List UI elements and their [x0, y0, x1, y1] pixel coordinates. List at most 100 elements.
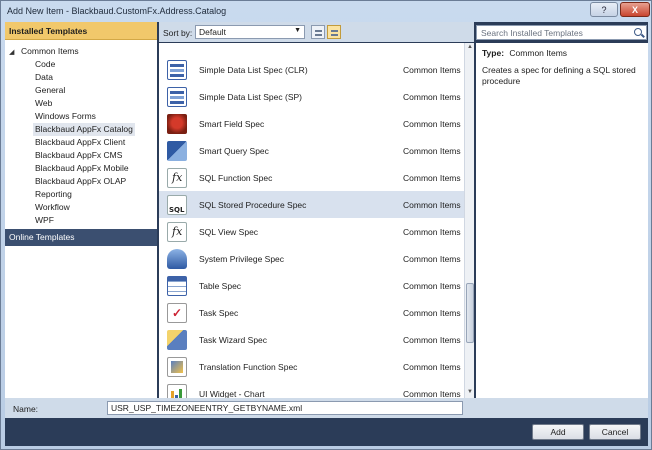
template-category: Common Items	[403, 227, 461, 237]
sort-by-label: Sort by:	[163, 28, 193, 38]
data-list-icon	[167, 60, 187, 80]
template-category: Common Items	[403, 308, 461, 318]
tree-item-general[interactable]: General	[35, 84, 65, 97]
sort-by-value: Default	[199, 27, 226, 37]
template-category: Common Items	[403, 389, 461, 398]
list-view-button[interactable]	[327, 25, 341, 39]
template-details-panel: Type: Common Items Creates a spec for de…	[476, 43, 648, 398]
close-button[interactable]: X	[620, 2, 650, 17]
tree-item-windows-forms[interactable]: Windows Forms	[35, 110, 96, 123]
dialog-footer: Add Cancel	[5, 418, 648, 446]
template-category: Common Items	[403, 281, 461, 291]
scroll-thumb[interactable]	[466, 283, 474, 343]
template-category: Common Items	[403, 254, 461, 264]
search-placeholder: Search Installed Templates	[481, 28, 583, 38]
template-name: Table Spec	[199, 281, 242, 291]
function-icon: fx	[167, 168, 187, 188]
template-row[interactable]: fx SQL View Spec Common Items	[159, 218, 464, 245]
template-row[interactable]: Table Spec Common Items	[159, 272, 464, 299]
data-list-icon	[167, 87, 187, 107]
installed-templates-header[interactable]: Installed Templates	[5, 22, 157, 40]
template-row[interactable]: Task Wizard Spec Common Items	[159, 326, 464, 353]
template-category: Common Items	[403, 65, 461, 75]
dialog-client: Installed Templates ◢ Common Items Code …	[5, 22, 648, 446]
template-name: SQL Stored Procedure Spec	[199, 200, 307, 210]
template-category: Common Items	[403, 92, 461, 102]
task-icon	[167, 303, 187, 323]
template-category: Common Items	[403, 362, 461, 372]
chart-icon	[167, 384, 187, 398]
template-row[interactable]: System Privilege Spec Common Items	[159, 245, 464, 272]
tree-item-code[interactable]: Code	[35, 58, 55, 71]
name-label: Name:	[13, 404, 39, 414]
template-name: SQL View Spec	[199, 227, 259, 237]
scroll-up-arrow-icon[interactable]: ▲	[466, 44, 474, 52]
type-label: Type:	[482, 48, 505, 58]
smart-field-icon	[167, 114, 187, 134]
tree-item-web[interactable]: Web	[35, 97, 52, 110]
template-description: Creates a spec for defining a SQL stored…	[482, 65, 636, 86]
tree-item-blackbaud-appfx-client[interactable]: Blackbaud AppFx Client	[35, 136, 125, 149]
add-button[interactable]: Add	[532, 424, 584, 440]
template-row-selected[interactable]: SQL SQL Stored Procedure Spec Common Ite…	[159, 191, 464, 218]
template-name: System Privilege Spec	[199, 254, 285, 264]
template-list: Simple Data List Spec (CLR) Common Items…	[159, 43, 464, 398]
help-button[interactable]: ?	[590, 2, 618, 17]
function-icon: fx	[167, 222, 187, 242]
cancel-button[interactable]: Cancel	[589, 424, 641, 440]
tree-item-blackbaud-appfx-olap[interactable]: Blackbaud AppFx OLAP	[35, 175, 126, 188]
template-row[interactable]: Translation Function Spec Common Items	[159, 353, 464, 380]
wizard-icon	[167, 330, 187, 350]
template-name: Task Wizard Spec	[199, 335, 268, 345]
template-row[interactable]: Simple Data List Spec (SP) Common Items	[159, 83, 464, 110]
tree-item-wpf[interactable]: WPF	[35, 214, 54, 227]
template-name: Task Spec	[199, 308, 239, 318]
template-name: Simple Data List Spec (SP)	[199, 92, 302, 102]
template-list-scrollbar[interactable]: ▲ ▼	[464, 43, 474, 398]
template-type-line: Type: Common Items	[482, 48, 642, 58]
name-bar: Name:	[5, 398, 648, 418]
privilege-icon	[167, 249, 187, 269]
name-input[interactable]	[107, 401, 463, 415]
tree-item-blackbaud-appfx-catalog[interactable]: Blackbaud AppFx Catalog	[33, 123, 135, 136]
tree-item-data[interactable]: Data	[35, 71, 53, 84]
scroll-down-arrow-icon[interactable]: ▼	[466, 389, 474, 397]
search-icon[interactable]	[634, 28, 642, 36]
template-category: Common Items	[403, 146, 461, 156]
template-row[interactable]: Smart Field Spec Common Items	[159, 110, 464, 137]
tree-item-reporting[interactable]: Reporting	[35, 188, 72, 201]
sql-icon: SQL	[167, 195, 187, 215]
template-tree-panel: Installed Templates ◢ Common Items Code …	[5, 22, 157, 398]
template-name: Simple Data List Spec (CLR)	[199, 65, 308, 75]
tree-item-common-items[interactable]: Common Items	[21, 45, 79, 58]
window-title: Add New Item - Blackbaud.CustomFx.Addres…	[7, 6, 227, 16]
add-new-item-dialog: Add New Item - Blackbaud.CustomFx.Addres…	[0, 0, 652, 450]
sort-by-dropdown[interactable]: Default ▼	[195, 25, 305, 39]
template-name: Translation Function Spec	[199, 362, 298, 372]
template-category: Common Items	[403, 173, 461, 183]
template-name: Smart Field Spec	[199, 119, 265, 129]
search-input[interactable]: Search Installed Templates	[476, 25, 647, 40]
title-bar: Add New Item - Blackbaud.CustomFx.Addres…	[1, 1, 651, 21]
expand-triangle-icon[interactable]: ◢	[9, 48, 14, 56]
tree-item-workflow[interactable]: Workflow	[35, 201, 70, 214]
template-row[interactable]: Smart Query Spec Common Items	[159, 137, 464, 164]
online-templates-header[interactable]: Online Templates	[5, 229, 157, 246]
tree-item-blackbaud-appfx-mobile[interactable]: Blackbaud AppFx Mobile	[35, 162, 129, 175]
template-name: UI Widget - Chart	[199, 389, 265, 398]
template-row[interactable]: Simple Data List Spec (CLR) Common Items	[159, 56, 464, 83]
template-row[interactable]: UI Widget - Chart Common Items	[159, 380, 464, 398]
template-row[interactable]: Task Spec Common Items	[159, 299, 464, 326]
template-name: SQL Function Spec	[199, 173, 273, 183]
template-category: Common Items	[403, 200, 461, 210]
template-category: Common Items	[403, 119, 461, 129]
type-value: Common Items	[509, 48, 568, 58]
template-row[interactable]: fx SQL Function Spec Common Items	[159, 164, 464, 191]
table-icon	[167, 276, 187, 296]
small-icons-view-button[interactable]	[311, 25, 325, 39]
template-name: Smart Query Spec	[199, 146, 269, 156]
smart-query-icon	[167, 141, 187, 161]
template-category: Common Items	[403, 335, 461, 345]
tree-item-blackbaud-appfx-cms[interactable]: Blackbaud AppFx CMS	[35, 149, 122, 162]
translation-icon	[167, 357, 187, 377]
